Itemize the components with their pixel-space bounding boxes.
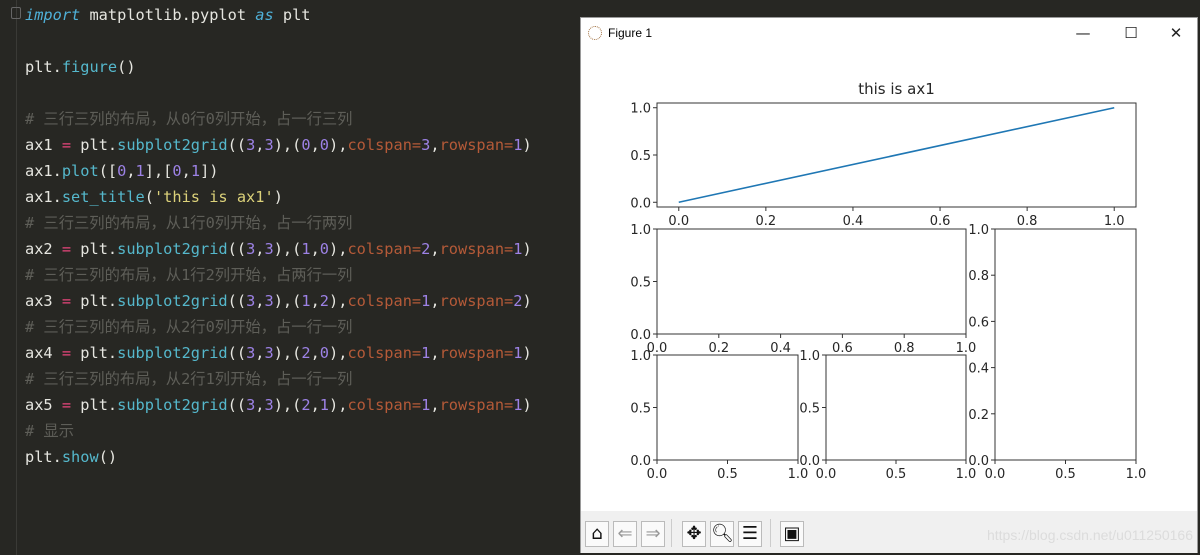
ax5-axes-frame	[825, 354, 967, 461]
ax2-ytick-label: 0.0	[630, 328, 651, 343]
ax1-xtick-label: 0.6	[930, 214, 951, 229]
figure-canvas: 0.0 0.2 0.4 0.6 0.8 1.00.00.51.0this is ax10.…	[630, 80, 1147, 482]
ax4-axes-frame	[656, 354, 799, 461]
ax1-ytick-label: 0.0	[630, 196, 651, 211]
ax2-xtick-label: 0.8	[894, 341, 915, 356]
ax2-xtick-label: 0.4	[770, 341, 791, 356]
ax3-ytick-label: 0.8	[968, 269, 989, 284]
ax2-axes-frame	[656, 228, 967, 335]
ax3-ytick-label: 0.2	[968, 408, 989, 423]
ax2-ytick-label: 1.0	[630, 223, 651, 238]
ax1-xtick-label: 0.8	[1017, 214, 1038, 229]
ax3-axes-frame	[994, 228, 1137, 461]
ax1-xtick-label: 1.0	[1104, 214, 1125, 229]
ax3-ytick-label: 0.4	[968, 362, 989, 377]
ax5-ytick-label: 1.0	[799, 349, 820, 364]
ax4-xtick-label: 0.0	[647, 467, 668, 482]
ax3-xtick-label: 0.0	[985, 467, 1006, 482]
ax2-ytick-label: 0.5	[630, 276, 651, 291]
ax2-xtick-label: 0.6	[832, 341, 853, 356]
ax1-xtick-label: 0.4	[843, 214, 864, 229]
ax2-xtick-label: 0.2	[708, 341, 729, 356]
ax5-xtick-label: 0.5	[886, 467, 907, 482]
ax5-xtick-label: 1.0	[956, 467, 977, 482]
ax1-ytick-label: 1.0	[630, 102, 651, 117]
ax3-xtick-label: 1.0	[1126, 467, 1147, 482]
ax3-ytick-label: 1.0	[968, 223, 989, 238]
ax4-xtick-label: 1.0	[788, 467, 809, 482]
ax1-xtick-label: 0.2	[756, 214, 777, 229]
ax5-ytick-label: 0.0	[799, 454, 820, 469]
ax4-ytick-label: 1.0	[630, 349, 651, 364]
ax4-ytick-label: 0.0	[630, 454, 651, 469]
ax2-xtick-label: 1.0	[956, 341, 977, 356]
ax4-xtick-label: 0.5	[717, 467, 738, 482]
ax5-xtick-label: 0.0	[816, 467, 837, 482]
ax1-xtick-label: 0.0	[668, 214, 689, 229]
ax5-ytick-label: 0.5	[799, 402, 820, 417]
ax3-xtick-label: 0.5	[1055, 467, 1076, 482]
ax1-title: this is ax1	[858, 80, 935, 98]
ax1-ytick-label: 0.5	[630, 149, 651, 164]
ax4-ytick-label: 0.5	[630, 402, 651, 417]
ax3-ytick-label: 0.6	[968, 315, 989, 330]
